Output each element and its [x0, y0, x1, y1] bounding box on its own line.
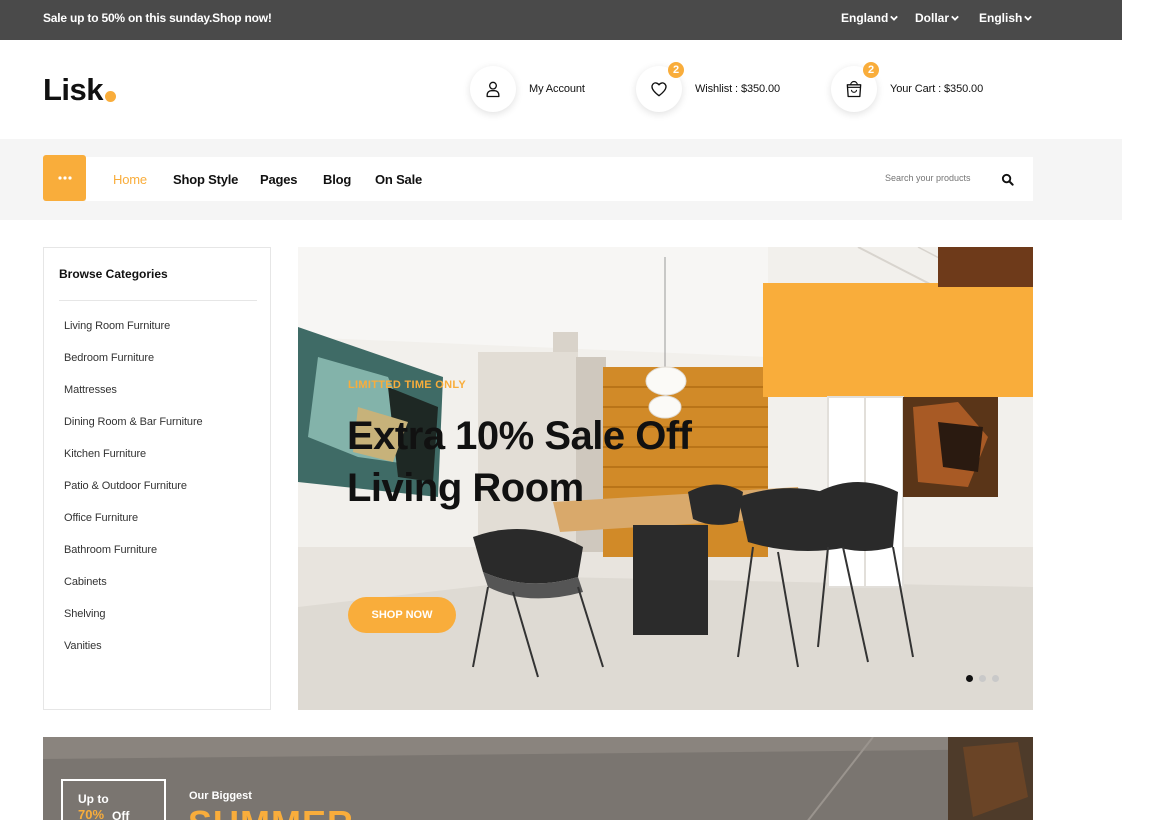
my-account-link[interactable]: My Account: [470, 66, 585, 112]
hero-slider: LIMITTED TIME ONLY Extra 10% Sale Off Li…: [298, 247, 1033, 710]
chevron-down-icon: [951, 15, 959, 21]
banner-up-to: Up to: [78, 792, 109, 806]
language-dropdown[interactable]: English: [979, 11, 1033, 25]
heart-icon: [651, 82, 667, 97]
user-icon: [486, 81, 500, 98]
more-dots-icon: [57, 176, 72, 180]
nav-blog[interactable]: Blog: [323, 172, 351, 187]
summer-sale-banner[interactable]: Up to 70% Off Our Biggest SUMMER: [43, 737, 1033, 820]
search-icon[interactable]: [1001, 173, 1014, 186]
category-patio-outdoor-furniture[interactable]: Patio & Outdoor Furniture: [64, 480, 187, 492]
browse-categories-title: Browse Categories: [59, 267, 168, 281]
divider: [59, 300, 257, 301]
browse-categories-panel: Browse Categories Living Room Furniture …: [43, 247, 271, 710]
nav-pages[interactable]: Pages: [260, 172, 298, 187]
shop-now-button[interactable]: SHOP NOW: [348, 597, 456, 633]
cart-icon-circle: 2: [831, 62, 879, 112]
category-dining-room-bar-furniture[interactable]: Dining Room & Bar Furniture: [64, 416, 203, 428]
hero-headline-line2: Living Room: [347, 466, 584, 510]
category-living-room-furniture[interactable]: Living Room Furniture: [64, 320, 170, 332]
cart-count-badge: 2: [863, 62, 879, 78]
shopping-bag-icon: [846, 81, 862, 98]
banner-percent: 70%: [78, 807, 105, 820]
category-vanities[interactable]: Vanities: [64, 640, 102, 652]
hero-headline: Extra 10% Sale Off Living Room: [347, 410, 692, 514]
nav-home[interactable]: Home: [113, 172, 147, 187]
currency-label: Dollar: [915, 11, 950, 25]
banner-off: Off: [112, 809, 130, 820]
banner-summer: SUMMER: [188, 803, 354, 820]
chevron-down-icon: [1024, 15, 1033, 21]
cart-link[interactable]: 2 Your Cart : $350.00: [831, 62, 984, 112]
nav-on-sale[interactable]: On Sale: [375, 172, 422, 187]
wishlist-link[interactable]: 2 Wishlist : $350.00: [636, 62, 781, 112]
category-bedroom-furniture[interactable]: Bedroom Furniture: [64, 352, 154, 364]
currency-dropdown[interactable]: Dollar: [915, 11, 959, 25]
category-mattresses[interactable]: Mattresses: [64, 384, 117, 396]
cart-label: Your Cart : $350.00: [890, 83, 984, 95]
account-icon-circle: [470, 66, 516, 112]
category-cabinets[interactable]: Cabinets: [64, 576, 107, 588]
category-kitchen-furniture[interactable]: Kitchen Furniture: [64, 448, 146, 460]
country-label: England: [841, 11, 889, 25]
wishlist-count-badge: 2: [668, 62, 684, 78]
category-shelving[interactable]: Shelving: [64, 608, 106, 620]
category-bathroom-furniture[interactable]: Bathroom Furniture: [64, 544, 157, 556]
nav-shop-style[interactable]: Shop Style: [173, 172, 238, 187]
wishlist-icon-circle: 2: [636, 62, 684, 112]
search-input[interactable]: [885, 173, 985, 183]
slider-pagination: [966, 675, 999, 682]
page: Sale up to 50% on this sunday.Shop now! …: [0, 0, 1152, 820]
logo-dot: [105, 91, 116, 102]
category-office-furniture[interactable]: Office Furniture: [64, 512, 138, 524]
wishlist-label: Wishlist : $350.00: [695, 83, 781, 95]
hero-headline-line1: Extra 10% Sale Off: [347, 414, 692, 458]
logo[interactable]: Lisk: [43, 72, 104, 108]
language-label: English: [979, 11, 1023, 25]
hero-kicker: LIMITTED TIME ONLY: [348, 379, 467, 391]
account-label: My Account: [529, 83, 585, 95]
promo-text[interactable]: Sale up to 50% on this sunday.Shop now!: [43, 11, 272, 25]
country-dropdown[interactable]: England: [841, 11, 899, 25]
chevron-down-icon: [890, 15, 899, 21]
category-menu-button[interactable]: [43, 155, 86, 201]
slider-dot-3[interactable]: [992, 675, 999, 682]
slider-dot-2[interactable]: [979, 675, 986, 682]
slider-dot-1[interactable]: [966, 675, 973, 682]
banner-our-biggest: Our Biggest: [189, 790, 252, 802]
top-bar: Sale up to 50% on this sunday.Shop now! …: [0, 0, 1122, 40]
